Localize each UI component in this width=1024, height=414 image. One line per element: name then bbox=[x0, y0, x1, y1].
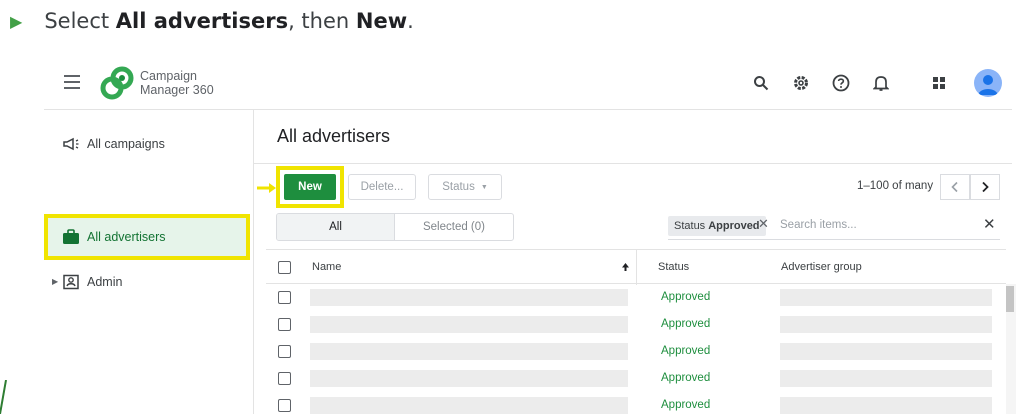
name-placeholder bbox=[310, 316, 628, 333]
group-placeholder bbox=[780, 316, 992, 333]
decorative-line bbox=[0, 380, 7, 414]
sidebar-item-label: All advertisers bbox=[87, 230, 166, 244]
status-cell: Approved bbox=[661, 399, 711, 411]
instruction-prefix: Select bbox=[44, 9, 116, 33]
sidebar-item-all-advertisers[interactable]: All advertisers bbox=[48, 218, 246, 256]
row-checkbox[interactable] bbox=[278, 318, 291, 331]
new-button[interactable]: New bbox=[284, 174, 336, 200]
sidebar-item-admin[interactable]: ▶ Admin bbox=[44, 262, 254, 302]
table-row[interactable]: Approved bbox=[266, 284, 1006, 311]
status-dropdown-label: Status bbox=[442, 181, 475, 193]
sort-arrow-icon[interactable] bbox=[622, 263, 629, 271]
brand-line-1: Campaign bbox=[140, 69, 197, 83]
group-placeholder bbox=[780, 370, 992, 387]
main-content: All advertisers New Delete... Status ▼ 1… bbox=[254, 110, 1016, 414]
tab-all[interactable]: All bbox=[277, 214, 395, 240]
group-placeholder bbox=[780, 343, 992, 360]
status-dropdown[interactable]: Status ▼ bbox=[428, 174, 502, 200]
brand-name: Campaign Manager 360 bbox=[140, 69, 214, 97]
sidebar-item-label: All campaigns bbox=[87, 137, 165, 151]
table-header: Name Status Advertiser group bbox=[266, 249, 1006, 285]
admin-icon bbox=[63, 274, 79, 290]
expand-caret-icon[interactable]: ▶ bbox=[52, 277, 58, 286]
status-cell: Approved bbox=[661, 291, 711, 303]
settings-icon[interactable] bbox=[788, 70, 814, 96]
next-page-button[interactable] bbox=[970, 174, 1000, 200]
instruction-bold-new: New bbox=[355, 9, 408, 33]
column-divider bbox=[636, 250, 637, 285]
column-header-status[interactable]: Status bbox=[658, 261, 689, 273]
play-arrow-icon: ▶ bbox=[10, 11, 23, 31]
group-placeholder bbox=[780, 289, 992, 306]
name-placeholder bbox=[310, 289, 628, 306]
table-row[interactable]: Approved bbox=[266, 311, 1006, 338]
instruction-suffix: . bbox=[407, 9, 414, 33]
briefcase-icon bbox=[63, 229, 79, 244]
status-cell: Approved bbox=[661, 372, 711, 384]
scrollbar-thumb[interactable] bbox=[1006, 286, 1014, 312]
brand-line-2: Manager 360 bbox=[140, 83, 214, 97]
row-checkbox[interactable] bbox=[278, 291, 291, 304]
sidebar-item-label: Admin bbox=[87, 275, 123, 289]
column-header-advertiser-group[interactable]: Advertiser group bbox=[781, 261, 862, 273]
filter-chip-status[interactable]: Status Approved bbox=[668, 216, 766, 236]
filter-chip-key: Status bbox=[674, 220, 706, 232]
chevron-right-icon bbox=[982, 181, 989, 193]
menu-icon[interactable] bbox=[64, 75, 80, 89]
view-segment-control: All Selected (0) bbox=[276, 213, 514, 241]
notifications-icon[interactable] bbox=[868, 70, 894, 96]
remove-chip-icon[interactable]: ✕ bbox=[758, 216, 769, 232]
page-title: All advertisers bbox=[277, 126, 391, 146]
group-placeholder bbox=[780, 397, 992, 414]
row-checkbox[interactable] bbox=[278, 345, 291, 358]
row-checkbox[interactable] bbox=[278, 372, 291, 385]
select-all-checkbox[interactable] bbox=[278, 261, 291, 274]
name-placeholder bbox=[310, 370, 628, 387]
callout-arrow bbox=[257, 183, 276, 193]
megaphone-icon bbox=[63, 137, 79, 151]
clear-search-icon[interactable]: ✕ bbox=[983, 215, 996, 233]
apps-icon[interactable] bbox=[926, 70, 952, 96]
search-input[interactable] bbox=[780, 215, 970, 235]
search-icon[interactable] bbox=[748, 70, 774, 96]
table-row[interactable]: Approved bbox=[266, 392, 1006, 414]
help-icon[interactable] bbox=[828, 70, 854, 96]
name-placeholder bbox=[310, 343, 628, 360]
filter-chip-value: Approved bbox=[708, 220, 760, 232]
pagination-range: 1–100 of many bbox=[857, 180, 934, 192]
status-cell: Approved bbox=[661, 318, 711, 330]
row-checkbox[interactable] bbox=[278, 399, 291, 412]
tab-selected[interactable]: Selected (0) bbox=[395, 214, 513, 240]
instruction-line: ▶ Select All advertisers, then New. bbox=[10, 6, 414, 36]
table-row[interactable]: Approved bbox=[266, 365, 1006, 392]
chevron-down-icon: ▼ bbox=[480, 183, 488, 191]
campaign-manager-logo bbox=[100, 66, 134, 100]
campaign-manager-app: Campaign Manager 360 All campaigns All a… bbox=[44, 56, 1016, 414]
top-bar: Campaign Manager 360 bbox=[44, 56, 1012, 110]
header-divider bbox=[254, 163, 1012, 164]
status-cell: Approved bbox=[661, 345, 711, 357]
instruction-bold-advertisers: All advertisers bbox=[115, 9, 289, 33]
sidebar-item-all-campaigns[interactable]: All campaigns bbox=[44, 124, 254, 164]
delete-button[interactable]: Delete... bbox=[348, 174, 416, 200]
filter-bar: Status Approved ✕ ✕ bbox=[668, 212, 1000, 240]
instruction-middle: , then bbox=[288, 9, 356, 33]
prev-page-button[interactable] bbox=[940, 174, 970, 200]
table-row[interactable]: Approved bbox=[266, 338, 1006, 365]
name-placeholder bbox=[310, 397, 628, 414]
chevron-left-icon bbox=[951, 181, 958, 193]
column-header-name[interactable]: Name bbox=[312, 261, 341, 273]
sidebar: All campaigns All advertisers ▶ Admin bbox=[44, 110, 254, 414]
avatar[interactable] bbox=[974, 69, 1002, 97]
screen: ▶ Select All advertisers, then New. Camp… bbox=[0, 0, 1024, 414]
